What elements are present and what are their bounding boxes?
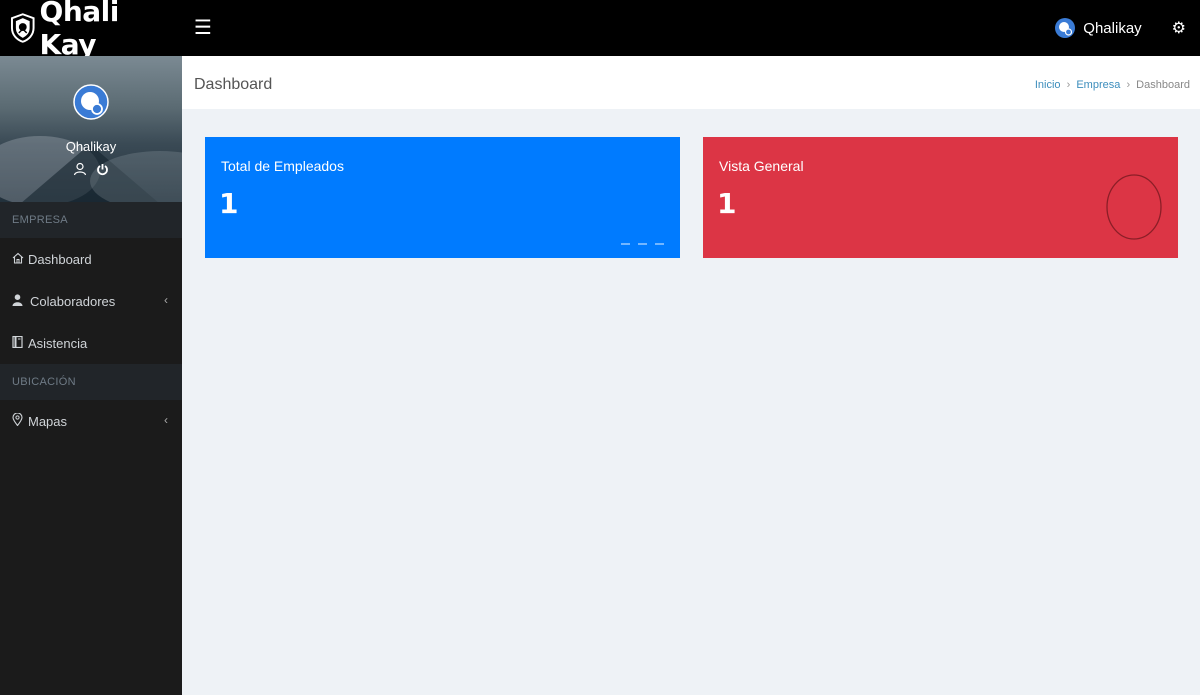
sidebar: Qhalikay EMPRESA Dashboard Colaboradores… — [0, 56, 182, 695]
user-profile-panel: Qhalikay — [0, 56, 182, 202]
sidebar-item-label: Asistencia — [28, 335, 88, 351]
brand-name: Qhali Kay — [39, 0, 120, 61]
card-title: Vista General — [719, 158, 804, 174]
gear-icon[interactable]: ⚙ — [1172, 18, 1186, 38]
power-icon[interactable] — [96, 163, 109, 179]
book-icon — [12, 335, 26, 351]
user-icon — [12, 293, 26, 309]
page-title: Dashboard — [194, 76, 273, 93]
sidebar-item-label: Mapas — [28, 413, 68, 429]
user-profile-icon[interactable] — [73, 162, 87, 179]
sidebar-item-label: Colaboradores — [30, 293, 116, 309]
sidebar-item-asistencia[interactable]: Asistencia — [0, 322, 182, 364]
map-pin-icon — [12, 412, 26, 429]
donut-chart — [1106, 174, 1162, 240]
breadcrumb-separator: › — [1126, 79, 1131, 91]
section-header-empresa: EMPRESA — [0, 202, 182, 238]
card-vista-general: Vista General 1 — [703, 137, 1178, 258]
sidebar-item-dashboard[interactable]: Dashboard — [0, 238, 182, 280]
top-navbar: Qhali Kay ☰ Qhalikay ⚙ — [0, 0, 1200, 61]
brand-logo[interactable]: Qhali Kay — [0, 0, 182, 61]
card-value: 1 — [219, 187, 239, 220]
sidebar-item-label: Dashboard — [28, 251, 92, 267]
user-avatar-icon[interactable] — [1055, 18, 1076, 38]
section-header-ubicacion: UBICACIÓN — [0, 364, 182, 400]
breadcrumb-current: Dashboard — [1136, 79, 1190, 91]
card-total-empleados: Total de Empleados 1 — [205, 137, 680, 258]
sidebar-item-colaboradores[interactable]: Colaboradores ‹ — [0, 280, 182, 322]
top-user-name[interactable]: Qhalikay — [1083, 20, 1141, 37]
content-header: Dashboard Inicio › Empresa › Dashboard — [182, 56, 1200, 109]
breadcrumb-link-inicio[interactable]: Inicio — [1035, 79, 1061, 91]
profile-actions — [0, 162, 182, 179]
home-icon — [12, 252, 26, 267]
hamburger-menu-icon[interactable]: ☰ — [194, 18, 212, 38]
shield-logo-icon — [10, 13, 35, 43]
profile-avatar-icon — [73, 84, 109, 120]
breadcrumb-separator: › — [1066, 79, 1071, 91]
sparkline-placeholder — [613, 232, 664, 250]
card-title: Total de Empleados — [221, 158, 344, 174]
profile-name: Qhalikay — [65, 139, 117, 154]
chevron-left-icon[interactable]: ‹ — [164, 293, 168, 307]
breadcrumb: Inicio › Empresa › Dashboard — [1035, 79, 1190, 91]
card-value: 1 — [717, 187, 737, 220]
sidebar-item-mapas[interactable]: Mapas ‹ — [0, 400, 182, 442]
chevron-left-icon[interactable]: ‹ — [164, 413, 168, 427]
breadcrumb-link-empresa[interactable]: Empresa — [1076, 79, 1120, 91]
user-menu: Qhalikay ⚙ — [1055, 0, 1200, 56]
